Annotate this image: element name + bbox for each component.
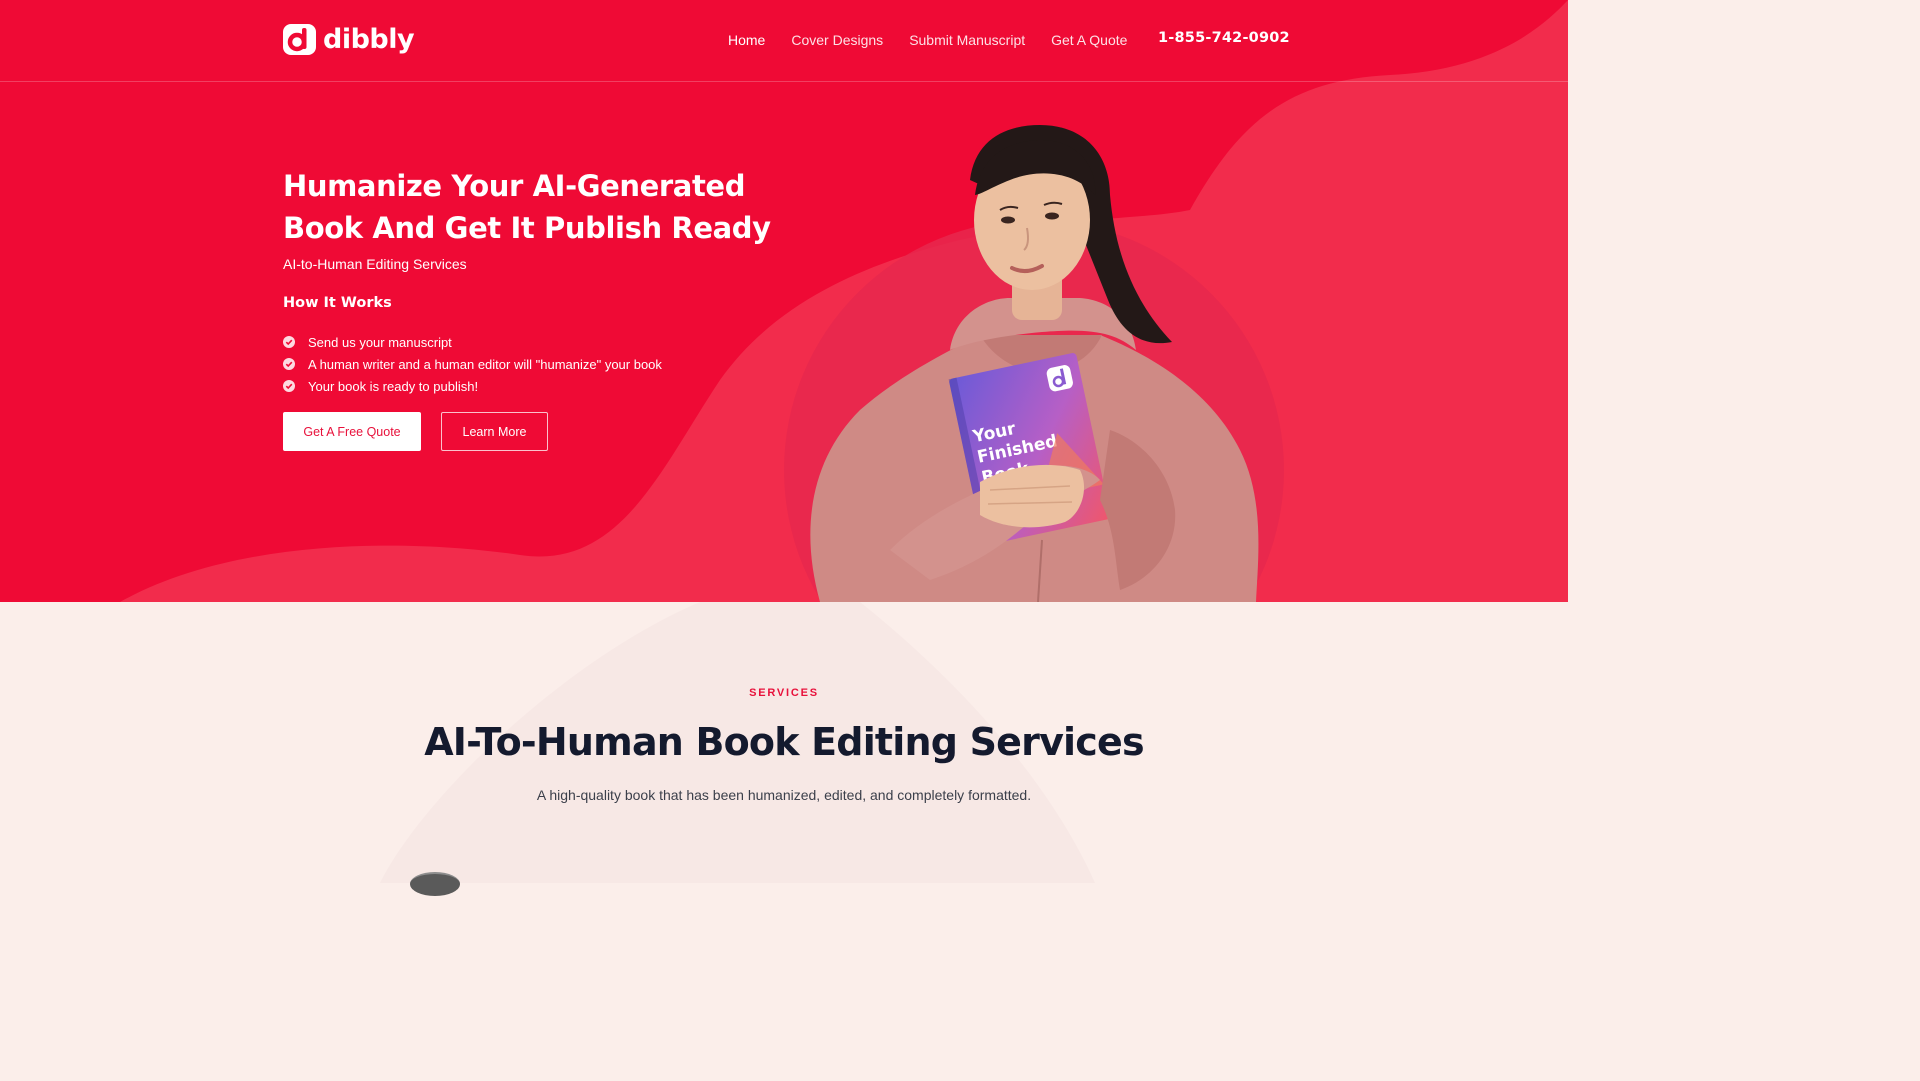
nav-link-home[interactable]: Home — [728, 32, 765, 48]
learn-more-button[interactable]: Learn More — [441, 412, 548, 451]
services-description: A high-quality book that has been humani… — [536, 787, 1032, 803]
step-text: Your book is ready to publish! — [308, 378, 479, 394]
hero-headline: Humanize Your AI-Generated Book And Get … — [283, 169, 771, 245]
how-it-works-steps: Send us your manuscript A human writer a… — [283, 331, 662, 397]
partial-image-peek — [410, 872, 460, 896]
get-free-quote-button[interactable]: Get A Free Quote — [283, 412, 421, 451]
logo-text: dibbly — [323, 24, 415, 55]
hero-person-holding-book-image: Your Finished Book — [810, 125, 1259, 602]
hero-subtitle: AI-to-Human Editing Services — [283, 256, 467, 272]
nav-divider — [0, 81, 1568, 82]
check-circle-icon — [283, 336, 295, 348]
services-title: AI-To-Human Book Editing Services — [424, 720, 1144, 764]
phone-number-link[interactable]: 1-855-742-0902 — [1158, 30, 1290, 46]
check-circle-icon — [283, 358, 295, 370]
dibbly-logo[interactable]: dibbly — [283, 24, 415, 55]
nav-link-cover-designs[interactable]: Cover Designs — [791, 32, 883, 48]
list-item: Send us your manuscript — [283, 331, 662, 353]
main-nav: Home Cover Designs Submit Manuscript Get… — [715, 28, 1140, 52]
step-text: Send us your manuscript — [308, 334, 452, 350]
step-text: A human writer and a human editor will "… — [308, 356, 662, 372]
nav-link-submit-manuscript[interactable]: Submit Manuscript — [909, 32, 1025, 48]
how-it-works-heading: How It Works — [283, 295, 392, 311]
list-item: A human writer and a human editor will "… — [283, 353, 662, 375]
hero-section: dibbly Home Cover Designs Submit Manuscr… — [0, 0, 1568, 602]
check-circle-icon — [283, 380, 295, 392]
logo-mark-icon — [283, 24, 316, 55]
list-item: Your book is ready to publish! — [283, 375, 662, 397]
services-eyebrow: SERVICES — [749, 687, 819, 699]
nav-link-get-a-quote[interactable]: Get A Quote — [1051, 32, 1127, 48]
